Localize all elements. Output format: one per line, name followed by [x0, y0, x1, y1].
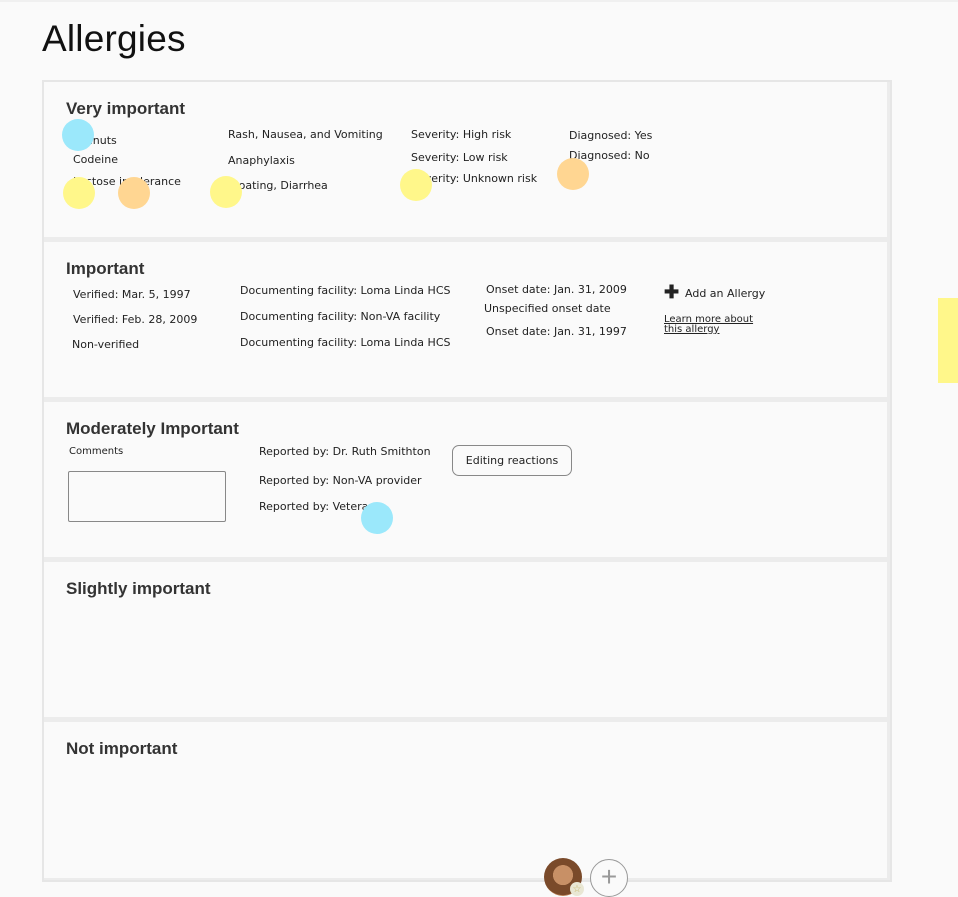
reaction-item[interactable]: Anaphylaxis — [228, 154, 295, 167]
section-title: Very important — [66, 99, 186, 118]
facility-item[interactable]: Documenting facility: Loma Linda HCS — [240, 336, 450, 349]
reaction-item[interactable]: Bloating, Diarrhea — [228, 179, 328, 192]
comments-label: Comments — [69, 446, 124, 457]
facility-item[interactable]: Documenting facility: Loma Linda HCS — [240, 284, 450, 297]
scroll-indicator[interactable] — [938, 298, 958, 383]
section-important[interactable]: Important Verified: Mar. 5, 1997 Verifie… — [44, 242, 887, 397]
section-not-important[interactable]: Not important — [44, 722, 887, 878]
plus-icon[interactable]: ✚ — [664, 283, 679, 301]
top-divider — [0, 0, 958, 2]
plus-circle-icon[interactable]: + — [590, 859, 628, 897]
comments-field[interactable] — [68, 471, 226, 522]
section-title: Moderately Important — [66, 419, 239, 438]
star-icon: ☆ — [570, 882, 584, 896]
section-slightly-important[interactable]: Slightly important — [44, 562, 887, 717]
diagnosed-item[interactable]: Diagnosed: Yes — [569, 129, 652, 142]
verified-item[interactable]: Non-verified — [72, 338, 139, 351]
collaborator-cursor-blue[interactable] — [62, 119, 94, 151]
verified-item[interactable]: Verified: Feb. 28, 2009 — [73, 313, 197, 326]
collaborator-cursor-yellow[interactable] — [63, 177, 95, 209]
onset-item[interactable]: Onset date: Jan. 31, 2009 — [486, 283, 627, 296]
section-title: Not important — [66, 739, 178, 758]
section-title: Important — [66, 259, 145, 278]
reported-by-item[interactable]: Reported by: Dr. Ruth Smithton — [259, 445, 431, 458]
reported-by-item[interactable]: Reported by: Non-VA provider — [259, 474, 422, 487]
collaborator-cursor-orange[interactable] — [118, 177, 150, 209]
reaction-item[interactable]: Rash, Nausea, and Vomiting — [228, 128, 383, 141]
severity-item[interactable]: Severity: High risk — [411, 128, 511, 141]
reported-by-item[interactable]: Reported by: Veteran — [259, 500, 375, 513]
collaborator-cursor-orange[interactable] — [557, 158, 589, 190]
collaborator-cursor-yellow[interactable] — [210, 176, 242, 208]
severity-item[interactable]: Severity: Low risk — [411, 151, 508, 164]
facility-item[interactable]: Documenting facility: Non-VA facility — [240, 310, 440, 323]
onset-item[interactable]: Unspecified onset date — [484, 302, 611, 315]
section-very-important[interactable]: Very important Peanuts Codeine Lactose i… — [44, 82, 887, 237]
section-title: Slightly important — [66, 579, 211, 598]
page-title: Allergies — [42, 18, 186, 59]
verified-item[interactable]: Verified: Mar. 5, 1997 — [73, 288, 191, 301]
editing-reactions-button[interactable]: Editing reactions — [452, 445, 572, 476]
section-moderately-important[interactable]: Moderately Important Comments Reported b… — [44, 402, 887, 557]
collaborator-cursor-yellow[interactable] — [400, 169, 432, 201]
allergen-codeine[interactable]: Codeine — [73, 153, 118, 166]
onset-item[interactable]: Onset date: Jan. 31, 1997 — [486, 325, 627, 338]
learn-more-link[interactable]: Learn more about this allergy — [664, 315, 764, 335]
collaborator-cursor-blue[interactable] — [361, 502, 393, 534]
add-allergy-link[interactable]: Add an Allergy — [685, 287, 765, 300]
